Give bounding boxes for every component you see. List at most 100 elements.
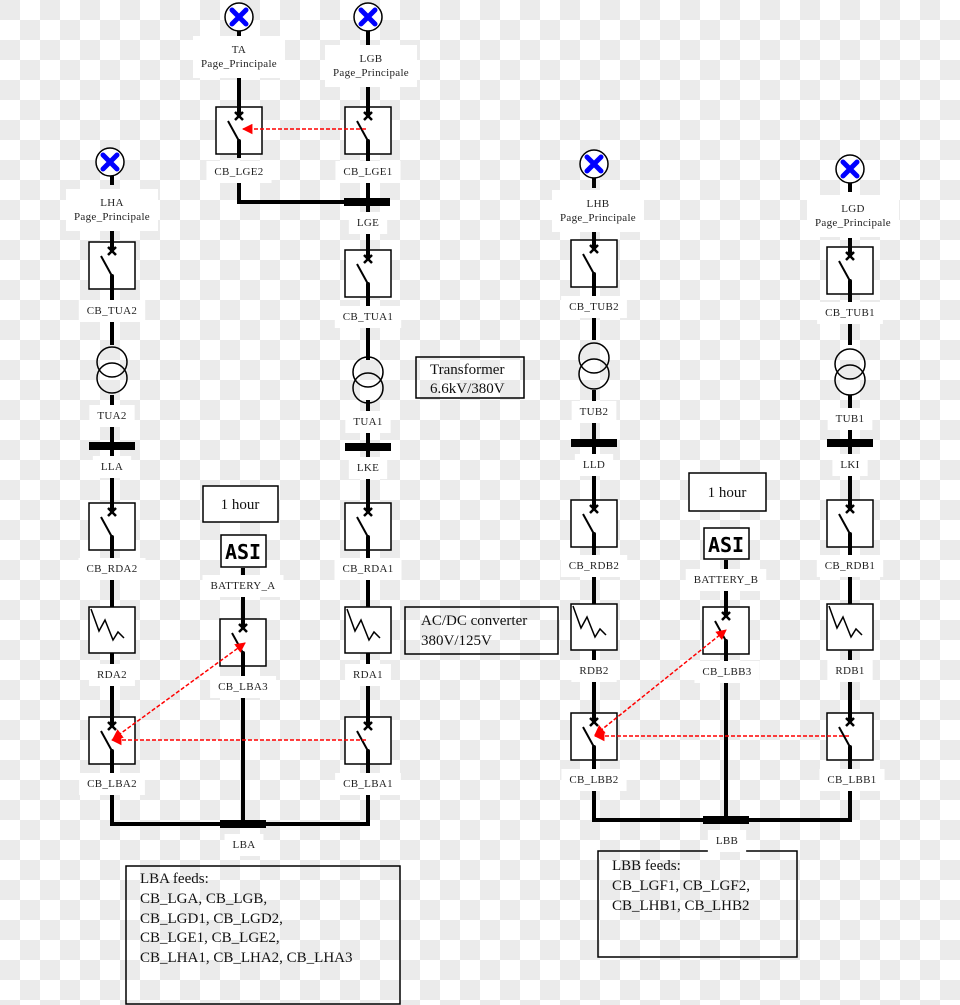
page-ref-lhb-page[interactable]: Page_Principale [560,212,636,224]
note-lba-feeds-line-3: CB_LGD1, CB_LGD2, [140,911,283,927]
page-ref-lha-icon[interactable] [95,147,125,177]
label-cb-tua2: CB_TUA2 [87,305,137,317]
battery-a[interactable]: 1 hour ASI [202,485,279,568]
labels: TA Page_Principale LGB Page_Principale L… [66,36,899,856]
page-ref-lgb-name: LGB [360,53,383,65]
breaker-cb-rdb2[interactable] [570,496,618,551]
page-ref-ta-icon[interactable] [224,2,254,32]
label-background [325,45,417,87]
breaker-cb-tua1[interactable] [344,246,392,301]
page-ref-lha-page[interactable]: Page_Principale [74,211,150,223]
note-lba-feeds: LBA feeds: CB_LGA, CB_LGB, CB_LGD1, CB_L… [125,865,401,1005]
label-rda1: RDA1 [353,669,383,681]
label-rdb1: RDB1 [835,665,864,677]
battery-b-autonomy: 1 hour [708,485,747,501]
label-cb-rdb1: CB_RDB1 [825,560,875,572]
breaker-cb-rdb1[interactable] [826,496,874,551]
note-converter-line-1: AC/DC converter [421,613,527,629]
label-rda2: RDA2 [97,669,127,681]
breaker-cb-lge1[interactable] [344,103,392,158]
note-converter-line-2: 380V/125V [421,633,492,649]
label-background [807,195,899,237]
breaker-cb-tua2[interactable] [88,238,136,293]
label-cb-lba2: CB_LBA2 [87,778,137,790]
breaker-cb-lbb3[interactable] [702,603,750,658]
page-ref-lha-name: LHA [100,197,124,209]
breaker-cb-rda1[interactable] [344,499,392,554]
label-cb-lge2: CB_LGE2 [214,166,263,178]
rectifier-box [570,603,618,651]
page-ref-lhb-icon[interactable] [579,149,609,179]
note-lbb-feeds-line-3: CB_LHB1, CB_LHB2 [612,898,750,914]
breaker-cb-lba3[interactable] [219,615,267,670]
page-ref-lgd-page[interactable]: Page_Principale [815,217,891,229]
rectifier-rda2-icon[interactable] [88,606,136,654]
label-tub2: TUB2 [580,406,609,418]
page-refs [95,2,865,184]
transformer-tua2-icon[interactable] [96,346,128,394]
label-cb-rdb2: CB_RDB2 [569,560,619,572]
rectifier-box [826,603,874,651]
battery-b[interactable]: 1 hour ASI [688,472,767,560]
label-tua2: TUA2 [97,410,126,422]
breaker-cb-tub2[interactable] [570,236,618,291]
label-bus-lld: LLD [583,459,605,471]
page-ref-lgb-page[interactable]: Page_Principale [333,67,409,79]
page-ref-lgb-icon[interactable] [353,2,383,32]
label-battery-a: BATTERY_A [210,580,275,592]
label-tua1: TUA1 [353,416,382,428]
label-background [552,190,644,232]
rectifier-rda1-icon[interactable] [344,606,392,654]
rectifier-rdb2-icon[interactable] [570,603,618,651]
note-transformer: Transformer 6.6kV/380V [415,356,525,399]
note-lba-feeds-line-2: CB_LGA, CB_LGB, [140,891,267,907]
note-lba-feeds-line-4: CB_LGE1, CB_LGE2, [140,930,280,946]
battery-b-display: ASI [708,533,744,557]
label-cb-rda1: CB_RDA1 [343,563,394,575]
label-bus-lla: LLA [101,461,123,473]
transformer-tua1-icon[interactable] [352,356,384,404]
note-transformer-line-1: Transformer [430,362,504,378]
label-cb-lba3: CB_LBA3 [218,681,268,693]
label-bus-lba: LBA [233,839,256,851]
rectifier-rdb1-icon[interactable] [826,603,874,651]
label-bus-lbb: LBB [716,835,738,847]
note-converter: AC/DC converter 380V/125V [404,606,559,655]
transformer-tub2-icon[interactable] [578,342,610,390]
battery-a-autonomy: 1 hour [221,497,260,513]
transformer-tub1-icon[interactable] [834,348,866,396]
label-background [66,189,158,231]
battery-a-display: ASI [225,540,261,564]
label-tub1: TUB1 [836,413,865,425]
note-transformer-line-2: 6.6kV/380V [430,381,505,397]
page-ref-ta-page[interactable]: Page_Principale [201,58,277,70]
label-cb-lge1: CB_LGE1 [343,166,392,178]
note-lbb-feeds-line-1: LBB feeds: [612,858,681,874]
label-cb-rda2: CB_RDA2 [87,563,138,575]
label-background [193,36,285,78]
page-ref-lhb-name: LHB [587,198,610,210]
rectifier-box [88,606,136,654]
rectifier-box [344,606,392,654]
label-cb-lbb1: CB_LBB1 [827,774,876,786]
label-cb-lbb3: CB_LBB3 [702,666,751,678]
note-lbb-feeds: LBB feeds: CB_LGF1, CB_LGF2, CB_LHB1, CB… [597,850,798,958]
breaker-cb-lge2[interactable] [215,103,263,158]
label-cb-tub1: CB_TUB1 [825,307,875,319]
page-ref-lgd-icon[interactable] [835,154,865,184]
page-ref-lgd-name: LGD [841,203,865,215]
label-bus-lki: LKI [840,459,859,471]
note-lbb-feeds-line-2: CB_LGF1, CB_LGF2, [612,878,750,894]
breaker-cb-lbb2[interactable] [570,709,618,764]
breaker-cb-tub1[interactable] [826,243,874,298]
breaker-cb-rda2[interactable] [88,499,136,554]
label-cb-lbb2: CB_LBB2 [569,774,618,786]
page-ref-ta-name: TA [232,44,246,56]
single-line-diagram: 1 hour ASI 1 hour ASI Transformer 6.6kV/… [66,2,899,1005]
label-cb-tua1: CB_TUA1 [343,311,393,323]
label-cb-tub2: CB_TUB2 [569,301,619,313]
label-cb-lba1: CB_LBA1 [343,778,393,790]
note-lba-feeds-line-1: LBA feeds: [140,871,209,887]
label-battery-b: BATTERY_B [694,574,758,586]
label-rdb2: RDB2 [579,665,608,677]
